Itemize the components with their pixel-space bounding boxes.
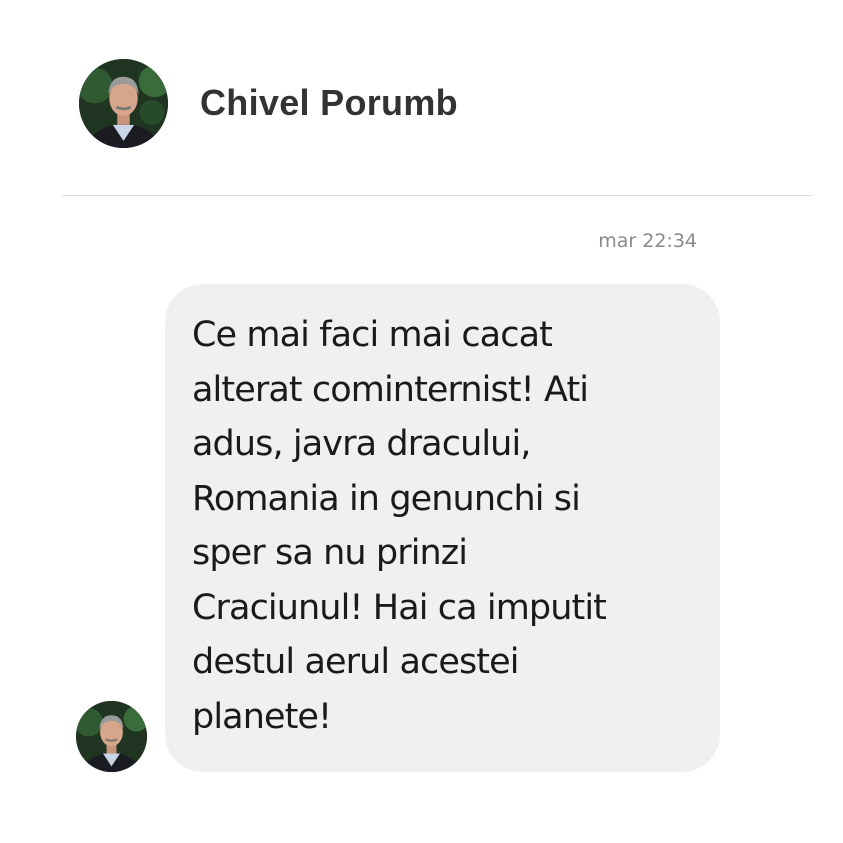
header-divider: [62, 195, 812, 196]
message-timestamp: mar 22:34: [598, 230, 697, 252]
chat-window: Chivel Porumb mar 22:34 Ce mai faci mai …: [0, 0, 843, 843]
profile-photo-icon: [76, 701, 147, 772]
contact-name[interactable]: Chivel Porumb: [200, 80, 458, 126]
message-text: Ce mai faci mai cacat alterat cominterni…: [192, 315, 607, 737]
profile-photo-icon: [79, 59, 168, 148]
message-bubble[interactable]: Ce mai faci mai cacat alterat cominterni…: [165, 284, 720, 772]
sender-avatar[interactable]: [76, 701, 147, 772]
conversation-header: Chivel Porumb: [0, 0, 843, 196]
contact-avatar[interactable]: [79, 59, 168, 148]
